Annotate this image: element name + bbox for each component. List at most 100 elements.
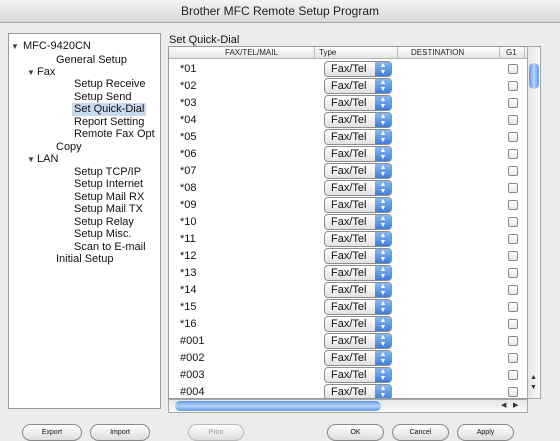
type-select-value: Fax/Tel — [331, 80, 367, 92]
quick-dial-code: *14 — [180, 284, 197, 296]
popup-arrows-icon: ▲ ▼ — [375, 317, 391, 331]
quick-dial-code: *12 — [180, 250, 197, 262]
type-select[interactable]: Fax/Tel ▲ ▼ — [324, 299, 392, 315]
popup-arrows-icon: ▲ ▼ — [375, 181, 391, 195]
settings-tree[interactable]: ▼ MFC-9420CN General Setup ▼ Fax Setup Receiv… — [8, 33, 161, 409]
type-select-value: Fax/Tel — [331, 63, 367, 75]
tree-item[interactable]: Setup Receive — [74, 78, 146, 91]
group-g1-checkbox[interactable] — [508, 251, 518, 261]
group-g1-checkbox[interactable] — [508, 200, 518, 210]
vertical-scrollbar[interactable]: ▲ ▼ — [527, 46, 541, 399]
tree-item[interactable]: Setup Internet — [74, 178, 143, 191]
group-g1-checkbox[interactable] — [508, 302, 518, 312]
type-select-value: Fax/Tel — [331, 199, 367, 211]
group-g1-checkbox[interactable] — [508, 64, 518, 74]
group-g1-checkbox[interactable] — [508, 217, 518, 227]
type-select[interactable]: Fax/Tel ▲ ▼ — [324, 146, 392, 162]
type-select[interactable]: Fax/Tel ▲ ▼ — [324, 214, 392, 230]
group-g1-checkbox[interactable] — [508, 353, 518, 363]
scroll-down-icon[interactable]: ▼ — [530, 384, 537, 392]
quick-dial-code: *07 — [180, 165, 197, 177]
scroll-right-icon[interactable]: ▶ — [513, 401, 518, 409]
type-select[interactable]: Fax/Tel ▲ ▼ — [324, 163, 392, 179]
group-g1-checkbox[interactable] — [508, 336, 518, 346]
type-select[interactable]: Fax/Tel ▲ ▼ — [324, 367, 392, 383]
tree-item[interactable]: General Setup — [56, 54, 127, 67]
type-select[interactable]: Fax/Tel ▲ ▼ — [324, 316, 392, 332]
apply-button[interactable]: Apply — [457, 424, 514, 441]
scroll-left-icon[interactable]: ◀ — [501, 401, 506, 409]
group-g1-checkbox[interactable] — [508, 319, 518, 329]
tree-item[interactable]: Remote Fax Opt — [74, 128, 155, 141]
group-g1-checkbox[interactable] — [508, 387, 518, 397]
horizontal-scrollbar[interactable]: ◀ ▶ — [168, 399, 528, 413]
type-select[interactable]: Fax/Tel ▲ ▼ — [324, 265, 392, 281]
cancel-button[interactable]: Cancel — [392, 424, 449, 441]
type-select[interactable]: Fax/Tel ▲ ▼ — [324, 61, 392, 77]
type-select[interactable]: Fax/Tel ▲ ▼ — [324, 95, 392, 111]
tree-item[interactable]: Initial Setup — [56, 253, 113, 266]
scroll-up-icon[interactable]: ▲ — [530, 374, 537, 382]
group-g1-checkbox[interactable] — [508, 149, 518, 159]
group-g1-checkbox[interactable] — [508, 268, 518, 278]
popup-arrows-icon: ▲ ▼ — [375, 215, 391, 229]
group-g1-checkbox[interactable] — [508, 98, 518, 108]
tree-item[interactable]: LAN — [37, 153, 58, 166]
column-header-type[interactable]: Type — [319, 47, 336, 58]
type-select[interactable]: Fax/Tel ▲ ▼ — [324, 333, 392, 349]
type-select[interactable]: Fax/Tel ▲ ▼ — [324, 197, 392, 213]
popup-arrows-icon: ▲ ▼ — [375, 368, 391, 382]
type-select[interactable]: Fax/Tel ▲ ▼ — [324, 231, 392, 247]
popup-arrows-icon: ▲ ▼ — [375, 96, 391, 110]
group-g1-checkbox[interactable] — [508, 370, 518, 380]
group-g1-checkbox[interactable] — [508, 183, 518, 193]
quick-dial-code: *16 — [180, 318, 197, 330]
tree-item[interactable]: Setup Misc. — [74, 228, 131, 241]
tree-item[interactable]: Copy — [56, 141, 82, 154]
type-select[interactable]: Fax/Tel ▲ ▼ — [324, 78, 392, 94]
group-g1-checkbox[interactable] — [508, 115, 518, 125]
popup-arrows-icon: ▲ ▼ — [375, 283, 391, 297]
column-header-destination[interactable]: DESTINATION — [411, 47, 464, 58]
import-button[interactable]: Import — [90, 424, 150, 441]
group-g1-checkbox[interactable] — [508, 166, 518, 176]
tree-item[interactable]: Fax — [37, 66, 55, 79]
type-select[interactable]: Fax/Tel ▲ ▼ — [324, 350, 392, 366]
export-button[interactable]: Export — [22, 424, 82, 441]
type-select-value: Fax/Tel — [331, 165, 367, 177]
popup-arrows-icon: ▲ ▼ — [375, 130, 391, 144]
type-select[interactable]: Fax/Tel ▲ ▼ — [324, 384, 392, 398]
popup-arrows-icon: ▲ ▼ — [375, 351, 391, 365]
popup-arrows-icon: ▲ ▼ — [375, 147, 391, 161]
tree-item[interactable]: Set Quick-Dial — [72, 103, 147, 116]
column-header-fax-tel-mail[interactable]: FAX/TEL/MAIL — [225, 47, 278, 58]
popup-arrows-icon: ▲ ▼ — [375, 164, 391, 178]
disclosure-triangle-icon[interactable]: ▼ — [27, 66, 35, 79]
quick-dial-code: *10 — [180, 216, 197, 228]
horizontal-scroll-thumb[interactable] — [175, 401, 381, 411]
ok-button[interactable]: OK — [327, 424, 384, 441]
tree-item[interactable]: MFC-9420CN — [23, 40, 91, 53]
type-select[interactable]: Fax/Tel ▲ ▼ — [324, 248, 392, 264]
group-g1-checkbox[interactable] — [508, 81, 518, 91]
vertical-scroll-thumb[interactable] — [529, 63, 539, 89]
quick-dial-code: *03 — [180, 97, 197, 109]
type-select[interactable]: Fax/Tel ▲ ▼ — [324, 282, 392, 298]
disclosure-triangle-icon[interactable]: ▼ — [27, 153, 35, 166]
popup-arrows-icon: ▲ ▼ — [375, 62, 391, 76]
type-select-value: Fax/Tel — [331, 352, 367, 364]
column-header-g1[interactable]: G1 — [506, 47, 517, 58]
quick-dial-code: *08 — [180, 182, 197, 194]
type-select[interactable]: Fax/Tel ▲ ▼ — [324, 180, 392, 196]
type-select[interactable]: Fax/Tel ▲ ▼ — [324, 129, 392, 145]
group-g1-checkbox[interactable] — [508, 132, 518, 142]
popup-arrows-icon: ▲ ▼ — [375, 334, 391, 348]
print-button[interactable]: Print — [188, 424, 244, 441]
group-g1-checkbox[interactable] — [508, 285, 518, 295]
type-select[interactable]: Fax/Tel ▲ ▼ — [324, 112, 392, 128]
quick-dial-code: *02 — [180, 80, 197, 92]
tree-item[interactable]: Setup Mail TX — [74, 203, 143, 216]
disclosure-triangle-icon[interactable]: ▼ — [11, 40, 19, 53]
popup-arrows-icon: ▲ ▼ — [375, 300, 391, 314]
group-g1-checkbox[interactable] — [508, 234, 518, 244]
